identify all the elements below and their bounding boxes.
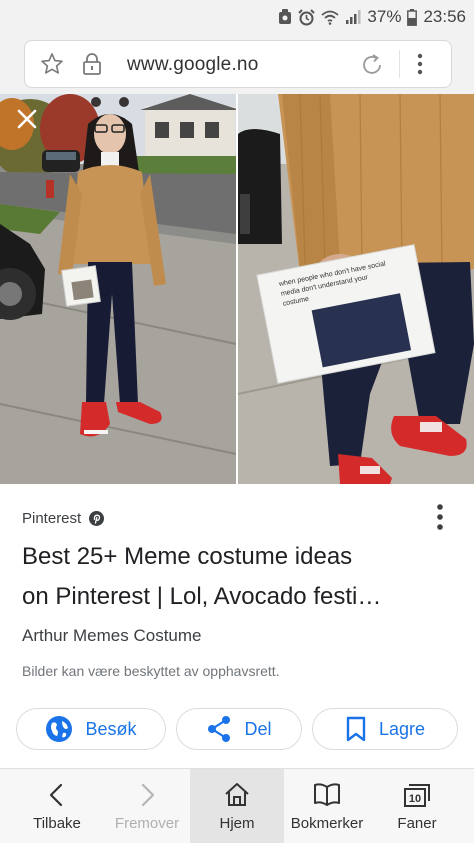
share-label: Del: [244, 718, 272, 739]
nav-tabs[interactable]: 10 Faner: [370, 769, 464, 843]
nav-back-label: Tilbake: [33, 815, 81, 832]
bookmark-icon: [346, 716, 366, 742]
battery-icon: [407, 8, 418, 26]
status-bar: 37% 23:56: [0, 0, 474, 34]
image-preview[interactable]: when people who don't have social media …: [0, 94, 474, 484]
share-button[interactable]: Del: [176, 708, 302, 750]
back-arrow-icon: [49, 783, 63, 807]
home-icon: [225, 783, 249, 806]
signal-icon: [346, 10, 361, 24]
tabs-icon: 10: [404, 784, 430, 807]
alarm-icon: [298, 8, 316, 25]
result-title-line1[interactable]: Best 25+ Meme costume ideas: [22, 537, 452, 577]
browser-toolbar: www.google.no: [0, 34, 474, 94]
visit-label: Besøk: [85, 718, 137, 739]
source-row[interactable]: Pinterest: [22, 508, 105, 528]
status-icons: 37% 23:56: [278, 6, 466, 28]
nav-back[interactable]: Tilbake: [10, 769, 104, 843]
nav-home-label: Hjem: [219, 815, 255, 832]
result-subtitle: Arthur Memes Costume: [22, 626, 202, 645]
forward-arrow-icon: [141, 783, 155, 807]
lock-icon[interactable]: [81, 52, 103, 76]
reload-icon[interactable]: [359, 52, 385, 78]
save-button[interactable]: Lagre: [312, 708, 458, 750]
share-icon: [208, 716, 231, 742]
nav-bookmarks[interactable]: Bokmerker: [280, 769, 374, 843]
costume-photo: when people who don't have social media …: [0, 94, 474, 484]
copyright-notice: Bilder kan være beskyttet av opphavsrett…: [22, 663, 280, 679]
notification-icon: [279, 9, 292, 24]
star-icon[interactable]: [40, 52, 64, 76]
bottom-navigation: Tilbake Fremover Hjem Bokmerker 10 Faner: [0, 768, 474, 843]
result-title[interactable]: Best 25+ Meme costume ideas on Pinterest…: [22, 537, 452, 617]
battery-percentage: 37%: [367, 7, 402, 26]
visit-button[interactable]: Besøk: [16, 708, 166, 750]
overflow-menu-icon[interactable]: [417, 53, 423, 75]
nav-bookmarks-label: Bokmerker: [290, 815, 364, 832]
sweater: [70, 165, 152, 264]
save-label: Lagre: [378, 718, 426, 739]
book-icon: [314, 783, 340, 806]
tab-count: 10: [409, 793, 421, 805]
globe-icon: [46, 716, 73, 742]
source-name[interactable]: Pinterest: [22, 510, 81, 527]
url-text[interactable]: www.google.no: [127, 54, 258, 76]
right-photo-panel: when people who don't have social media …: [237, 94, 474, 484]
address-bar[interactable]: www.google.no: [24, 40, 452, 88]
left-photo-panel: [0, 94, 240, 484]
result-title-line2[interactable]: on Pinterest | Lol, Avocado festi…: [22, 577, 452, 617]
pinterest-icon: [89, 510, 105, 526]
more-options-icon[interactable]: [430, 502, 450, 532]
nav-tabs-label: Faner: [397, 815, 437, 832]
nav-forward[interactable]: Fremover: [100, 769, 194, 843]
nav-home[interactable]: Hjem: [190, 769, 284, 843]
nav-forward-label: Fremover: [114, 815, 180, 832]
wifi-icon: [321, 10, 340, 25]
close-icon[interactable]: [14, 106, 40, 132]
toolbar-divider: [399, 50, 400, 78]
clock: 23:56: [423, 7, 466, 26]
